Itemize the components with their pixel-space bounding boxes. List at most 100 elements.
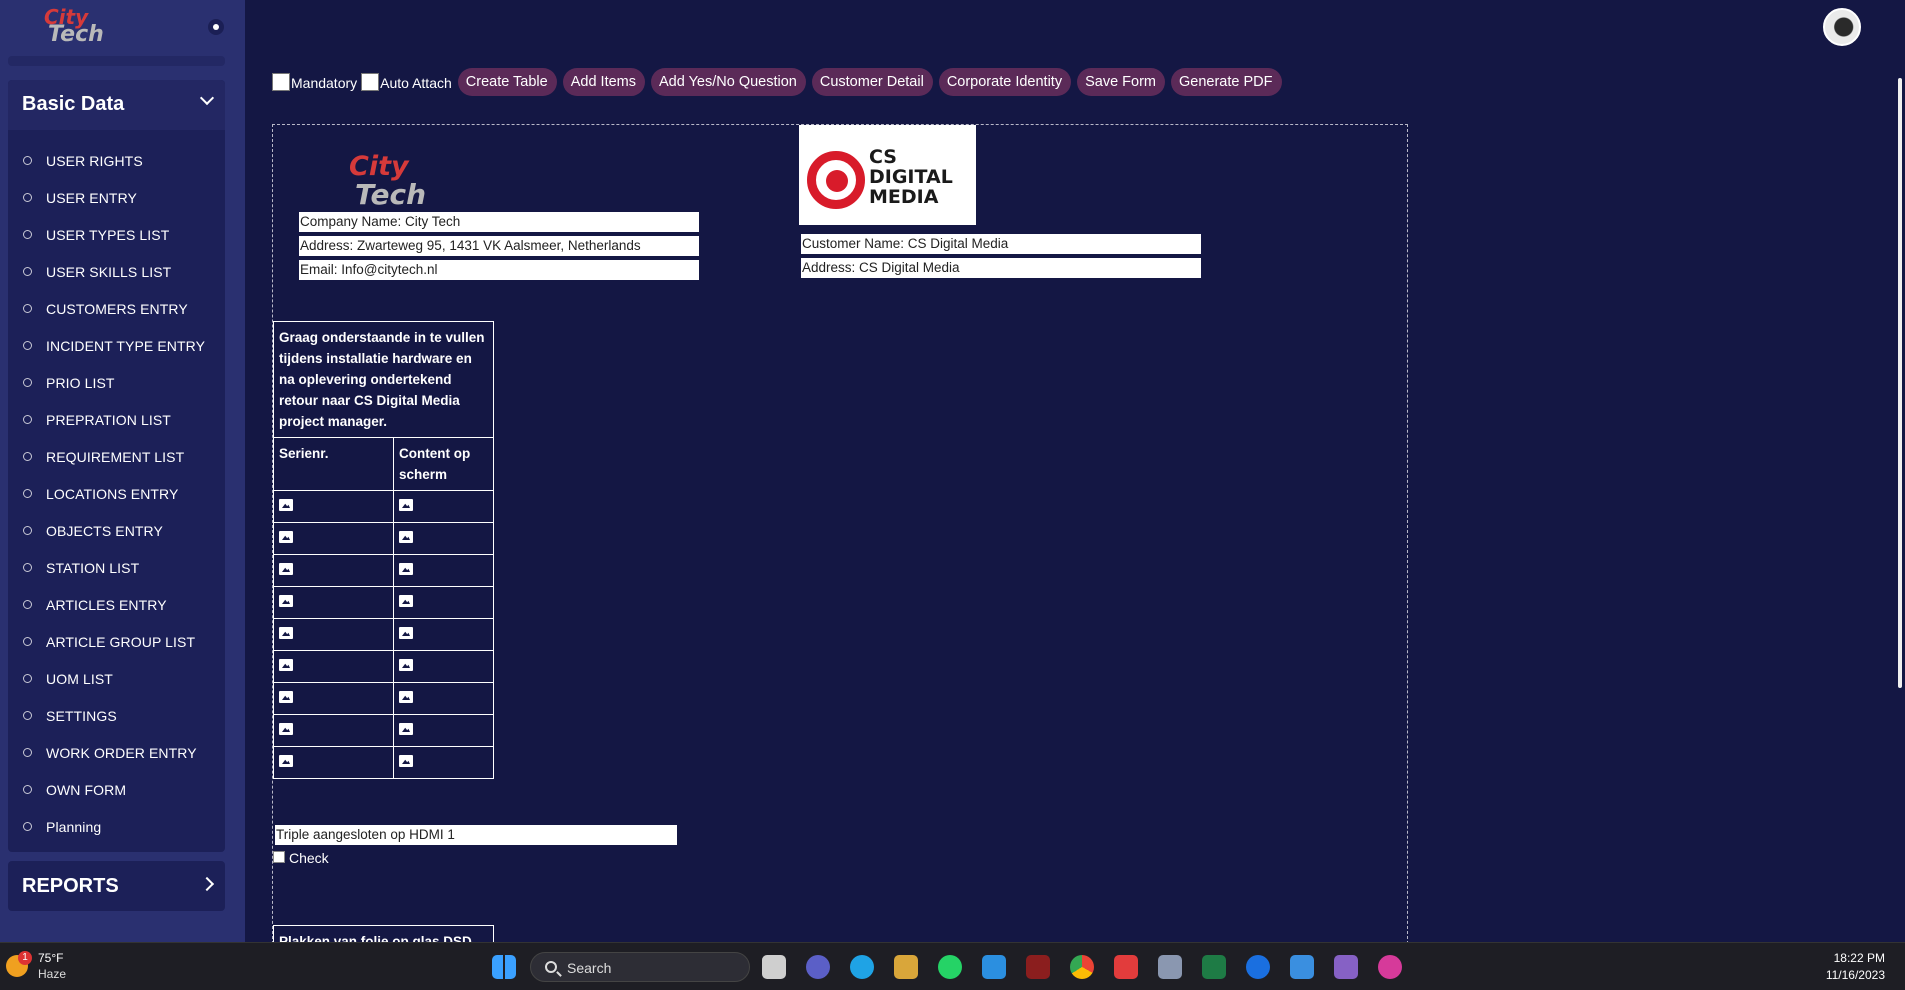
text-item-field[interactable]: Triple aangesloten op HDMI 1 bbox=[275, 825, 677, 845]
corporate-identity-button[interactable]: Corporate Identity bbox=[938, 68, 1072, 96]
table-cell[interactable] bbox=[273, 650, 394, 683]
table-cell[interactable] bbox=[273, 682, 394, 715]
table-cell[interactable] bbox=[393, 714, 494, 747]
excel-icon[interactable] bbox=[1202, 955, 1226, 979]
sidebar-item-label: OWN FORM bbox=[46, 781, 127, 798]
sidebar-item-locations-entry[interactable]: LOCATIONS ENTRY bbox=[8, 475, 205, 512]
circle-bullet-icon bbox=[23, 711, 32, 720]
sidebar-item-prio-list[interactable]: PRIO LIST bbox=[8, 364, 205, 401]
check-label: Check bbox=[289, 850, 329, 866]
reports-title: REPORTS bbox=[22, 875, 119, 897]
maps-icon[interactable] bbox=[1246, 955, 1270, 979]
form-builder-toolbar: Mandatory Auto Attach Create Table Add I… bbox=[272, 68, 1282, 96]
windows-start-icon[interactable] bbox=[492, 955, 516, 979]
image-placeholder-icon bbox=[399, 723, 413, 735]
sidebar-item-user-entry[interactable]: USER ENTRY bbox=[8, 179, 205, 216]
sidebar-item-user-rights[interactable]: USER RIGHTS bbox=[8, 142, 205, 179]
table-cell[interactable] bbox=[273, 714, 394, 747]
basic-data-header[interactable]: Basic Data bbox=[8, 80, 225, 130]
task-view-icon[interactable] bbox=[762, 955, 786, 979]
create-table-button[interactable]: Create Table bbox=[457, 68, 557, 96]
form-table: Graag onderstaande in te vullen tijdens … bbox=[273, 321, 494, 779]
sidebar-item-settings[interactable]: SETTINGS bbox=[8, 697, 205, 734]
sidebar-item-user-types-list[interactable]: USER TYPES LIST bbox=[8, 216, 205, 253]
table-cell[interactable] bbox=[393, 650, 494, 683]
image-placeholder-icon bbox=[279, 659, 293, 671]
company-email-field[interactable]: Email: Info@citytech.nl bbox=[299, 260, 699, 280]
table-cell[interactable] bbox=[393, 682, 494, 715]
add-items-button[interactable]: Add Items bbox=[562, 68, 645, 96]
user-avatar[interactable] bbox=[1823, 8, 1861, 46]
table-row bbox=[273, 522, 494, 555]
sidebar-item-label: OBJECTS ENTRY bbox=[46, 522, 163, 539]
customer-name-field[interactable]: Customer Name: CS Digital Media bbox=[801, 234, 1201, 254]
table-heading[interactable]: Graag onderstaande in te vullen tijdens … bbox=[273, 321, 494, 438]
sidebar-toggle-button[interactable] bbox=[208, 19, 224, 35]
table-cell[interactable] bbox=[273, 554, 394, 587]
column-header-serienr[interactable]: Serienr. bbox=[273, 437, 394, 491]
customer-detail-button[interactable]: Customer Detail bbox=[811, 68, 933, 96]
weather-description[interactable]: Haze bbox=[38, 967, 66, 981]
teams-icon[interactable] bbox=[806, 955, 830, 979]
table-cell[interactable] bbox=[393, 522, 494, 555]
table-row bbox=[273, 682, 494, 715]
generate-pdf-button[interactable]: Generate PDF bbox=[1171, 68, 1282, 96]
table-cell[interactable] bbox=[393, 618, 494, 651]
anydesk-icon[interactable] bbox=[1114, 955, 1138, 979]
calculator-icon[interactable] bbox=[1158, 955, 1182, 979]
sidebar-item-incident-type-entry[interactable]: INCIDENT TYPE ENTRY bbox=[8, 327, 205, 364]
vscode-icon[interactable] bbox=[982, 955, 1006, 979]
sidebar-item-customers-entry[interactable]: CUSTOMERS ENTRY bbox=[8, 290, 205, 327]
mandatory-checkbox[interactable] bbox=[272, 73, 290, 91]
clock-date[interactable]: 11/16/2023 bbox=[1826, 968, 1885, 982]
visual-studio-icon[interactable] bbox=[1334, 955, 1358, 979]
weather-temperature[interactable]: 75°F bbox=[38, 951, 63, 965]
auto-attach-checkbox[interactable] bbox=[361, 73, 380, 91]
sidebar-item-own-form[interactable]: OWN FORM bbox=[8, 771, 205, 808]
table-cell[interactable] bbox=[393, 554, 494, 587]
mandatory-checkbox-label[interactable]: Mandatory bbox=[272, 73, 357, 91]
notepad-icon[interactable] bbox=[1290, 955, 1314, 979]
auto-attach-checkbox-label[interactable]: Auto Attach bbox=[361, 73, 452, 91]
table-cell[interactable] bbox=[273, 522, 394, 555]
sidebar-item-uom-list[interactable]: UOM LIST bbox=[8, 660, 205, 697]
sidebar-item-station-list[interactable]: STATION LIST bbox=[8, 549, 205, 586]
app-pink-icon[interactable] bbox=[1378, 955, 1402, 979]
chrome-icon[interactable] bbox=[1070, 955, 1094, 979]
sidebar-item-prepration-list[interactable]: PREPRATION LIST bbox=[8, 401, 205, 438]
app-red-icon[interactable] bbox=[1026, 955, 1050, 979]
sidebar-item-planning[interactable]: Planning bbox=[8, 808, 205, 845]
table-cell[interactable] bbox=[273, 746, 394, 779]
sidebar-item-articles-entry[interactable]: ARTICLES ENTRY bbox=[8, 586, 205, 623]
table-cell[interactable] bbox=[273, 490, 394, 523]
sidebar-item-requirement-list[interactable]: REQUIREMENT LIST bbox=[8, 438, 205, 475]
tools-icon[interactable] bbox=[894, 955, 918, 979]
clock-time[interactable]: 18:22 PM bbox=[1834, 951, 1885, 965]
table-cell[interactable] bbox=[273, 618, 394, 651]
page-scrollbar[interactable] bbox=[1898, 78, 1902, 688]
company-name-field[interactable]: Company Name: City Tech bbox=[299, 212, 699, 232]
column-header-content[interactable]: Content op scherm bbox=[393, 437, 494, 491]
save-form-button[interactable]: Save Form bbox=[1077, 68, 1165, 96]
table-cell[interactable] bbox=[273, 586, 394, 619]
table-cell[interactable] bbox=[393, 746, 494, 779]
reports-group[interactable]: REPORTS bbox=[8, 861, 225, 911]
add-yes-no-question-button[interactable]: Add Yes/No Question bbox=[651, 68, 806, 96]
sidebar-item-article-group-list[interactable]: ARTICLE GROUP LIST bbox=[8, 623, 205, 660]
image-placeholder-icon bbox=[399, 627, 413, 639]
taskbar-search-box[interactable]: Search bbox=[530, 952, 750, 982]
customer-address-field[interactable]: Address: CS Digital Media bbox=[801, 258, 1201, 278]
table-row bbox=[273, 650, 494, 683]
check-checkbox[interactable] bbox=[273, 851, 285, 863]
sidebar-item-work-order-entry[interactable]: WORK ORDER ENTRY bbox=[8, 734, 205, 771]
table-cell[interactable] bbox=[393, 490, 494, 523]
citytech-logo[interactable]: City Tech bbox=[44, 7, 104, 46]
circle-bullet-icon bbox=[23, 230, 32, 239]
edge-icon[interactable] bbox=[850, 955, 874, 979]
sidebar-item-user-skills-list[interactable]: USER SKILLS LIST bbox=[8, 253, 205, 290]
table-cell[interactable] bbox=[393, 586, 494, 619]
sidebar-item-objects-entry[interactable]: OBJECTS ENTRY bbox=[8, 512, 205, 549]
whatsapp-icon[interactable] bbox=[938, 955, 962, 979]
company-address-field[interactable]: Address: Zwarteweg 95, 1431 VK Aalsmeer,… bbox=[299, 236, 699, 256]
sidebar-item-label: CUSTOMERS ENTRY bbox=[46, 300, 188, 317]
